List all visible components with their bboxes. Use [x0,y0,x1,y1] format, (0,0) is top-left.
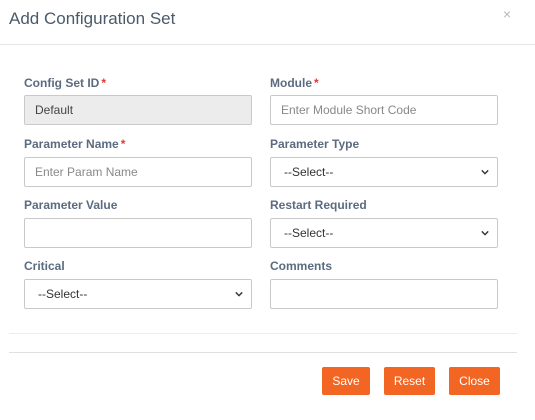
restart-required-select[interactable]: --Select-- [270,218,498,248]
dialog-title: Add Configuration Set [9,9,176,28]
reset-button[interactable]: Reset [384,367,435,395]
close-button[interactable]: Close [449,367,500,395]
module-label-text: Module [270,76,312,90]
form-divider [9,333,517,334]
required-mark: * [120,137,126,151]
parameter-name-placeholder: Enter Param Name [35,165,138,179]
config-set-id-label-text: Config Set ID [24,76,100,90]
critical-select[interactable]: --Select-- [24,279,252,309]
module-label: Module * [270,76,319,90]
module-input[interactable]: Enter Module Short Code [270,95,498,125]
chevron-down-icon [481,230,489,236]
config-set-id-field: Default [24,95,252,125]
module-placeholder: Enter Module Short Code [281,103,417,117]
header-divider [0,44,535,45]
parameter-value-input[interactable] [24,218,252,248]
parameter-type-label: Parameter Type [270,137,360,151]
parameter-name-input[interactable]: Enter Param Name [24,157,252,187]
comments-label: Comments [270,259,333,273]
parameter-name-label: Parameter Name * [24,137,125,151]
save-button[interactable]: Save [322,367,370,395]
chevron-down-icon [481,169,489,175]
critical-label: Critical [24,259,65,273]
comments-input[interactable] [270,279,498,309]
footer-divider [9,352,517,353]
restart-required-selected: --Select-- [284,226,334,240]
parameter-name-label-text: Parameter Name [24,137,119,151]
parameter-value-label: Parameter Value [24,198,118,212]
chevron-down-icon [235,291,243,297]
restart-required-label: Restart Required [270,198,367,212]
parameter-type-selected: --Select-- [284,165,334,179]
config-set-id-label: Config Set ID * [24,76,106,90]
critical-selected: --Select-- [38,287,88,301]
add-configuration-set-dialog: Add Configuration Set × Config Set ID * D… [0,0,535,420]
required-mark: * [101,76,106,90]
parameter-type-select[interactable]: --Select-- [270,157,498,187]
close-icon[interactable]: × [503,6,511,22]
required-mark: * [314,76,319,90]
